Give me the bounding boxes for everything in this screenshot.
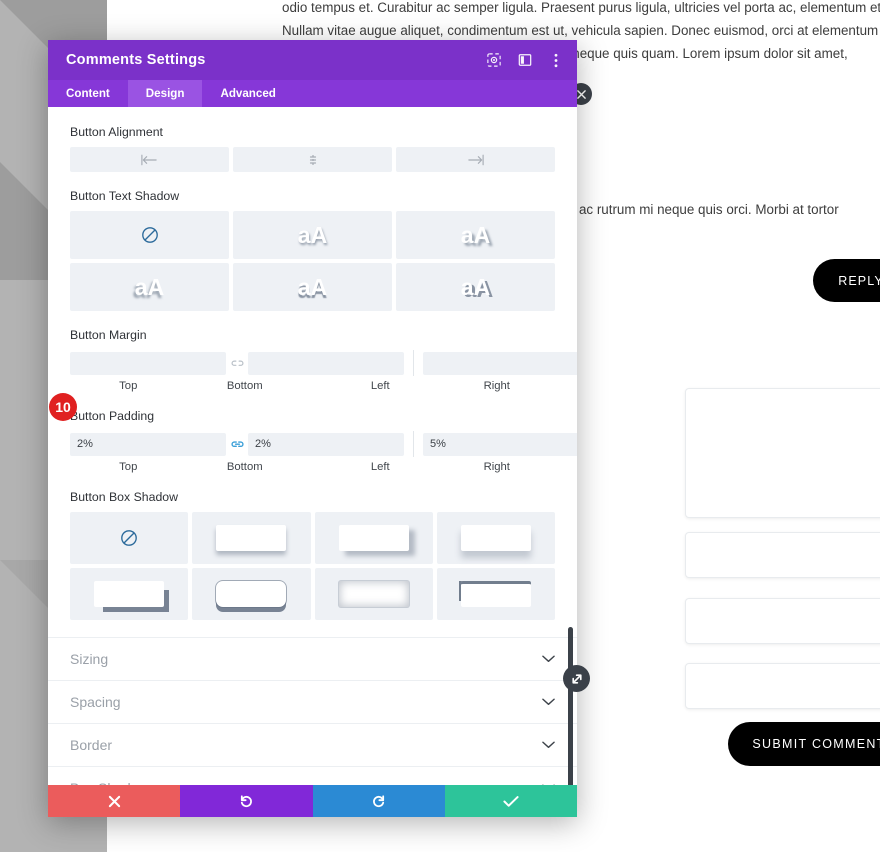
modal-header: Comments Settings — [48, 40, 577, 80]
button-margin-label: Button Margin — [70, 328, 147, 342]
accordion-label: Sizing — [70, 651, 109, 667]
modal-header-actions — [486, 53, 563, 68]
padding-top-caption: Top — [119, 461, 138, 473]
button-alignment-options — [70, 147, 555, 172]
panel-layout-icon[interactable] — [517, 53, 532, 68]
padding-left-input[interactable] — [423, 432, 577, 456]
box-shadow-option-6[interactable] — [314, 568, 433, 620]
text-shadow-option-5[interactable]: aA — [396, 263, 555, 311]
button-box-shadow-label: Button Box Shadow — [70, 490, 179, 504]
text-shadow-preview: aA — [297, 273, 328, 300]
comment-name-field[interactable] — [685, 532, 880, 578]
button-text-shadow-label: Button Text Shadow — [70, 189, 180, 203]
box-shadow-option-4[interactable] — [70, 568, 189, 620]
text-shadow-option-4[interactable]: aA — [233, 263, 392, 311]
padding-right-caption: Right — [483, 461, 510, 473]
box-shadow-option-1[interactable] — [192, 512, 311, 564]
no-shadow-icon — [120, 529, 138, 547]
no-shadow-icon — [141, 226, 159, 244]
margin-top-input[interactable] — [70, 351, 226, 375]
text-shadow-preview: aA — [460, 221, 491, 248]
text-shadow-none-option[interactable] — [70, 211, 229, 259]
design-accordion: Sizing Spacing Border — [48, 637, 577, 785]
button-text-shadow-section: Button Text Shadow aA aA aA aA aA — [70, 189, 555, 311]
button-box-shadow-section: Button Box Shadow — [70, 490, 555, 620]
redo-button[interactable] — [312, 785, 445, 817]
button-box-shadow-options — [70, 512, 555, 620]
modal-footer — [48, 785, 577, 817]
tab-content[interactable]: Content — [48, 80, 128, 107]
comment-website-field[interactable] — [685, 663, 880, 709]
submit-comment-button[interactable]: SUBMIT COMMENT — [728, 722, 880, 766]
modal-title: Comments Settings — [66, 52, 206, 68]
button-margin-section: Button Margin Top Bottom Left Right — [70, 328, 577, 392]
button-margin-inputs — [70, 350, 577, 376]
undo-button[interactable] — [180, 785, 313, 817]
button-padding-captions: Top Bottom Left Right — [70, 461, 555, 473]
accordion-label: Box Shadow — [70, 780, 149, 785]
modal-tabs: Content Design Advanced — [48, 80, 577, 107]
padding-bottom-caption: Bottom — [226, 461, 263, 473]
margin-left-input[interactable] — [423, 351, 577, 375]
accordion-item-spacing[interactable]: Spacing — [48, 680, 577, 723]
align-left-icon[interactable] — [70, 147, 229, 172]
reply-button[interactable]: REPLY — [813, 259, 880, 302]
margin-link-top-bottom-icon[interactable] — [226, 358, 248, 369]
padding-bottom-input[interactable] — [248, 432, 404, 456]
padding-link-top-bottom-icon[interactable] — [226, 439, 248, 450]
comments-settings-modal: Comments Settings Content Design Advance… — [48, 40, 577, 817]
margin-top-caption: Top — [119, 380, 138, 392]
panel-scrollbar-thumb[interactable] — [568, 627, 573, 785]
padding-left-caption: Left — [370, 461, 390, 473]
button-padding-label: Button Padding — [70, 409, 155, 423]
tab-design[interactable]: Design — [127, 80, 203, 107]
text-shadow-option-1[interactable]: aA — [233, 211, 392, 259]
box-shadow-none-option[interactable] — [70, 512, 189, 564]
margin-right-caption: Right — [483, 380, 510, 392]
align-center-icon[interactable] — [233, 147, 392, 172]
resize-diagonal-icon[interactable] — [563, 665, 590, 692]
tab-advanced[interactable]: Advanced — [202, 80, 293, 107]
more-vertical-icon[interactable] — [548, 53, 563, 68]
chevron-down-icon — [542, 736, 555, 754]
button-alignment-section: Button Alignment — [70, 125, 555, 172]
comment-textarea[interactable] — [685, 388, 880, 518]
button-padding-section: Button Padding 2% 2% 5% Top Bottom Left … — [70, 409, 577, 473]
chevron-down-icon — [542, 779, 555, 785]
button-text-shadow-options: aA aA aA aA aA — [70, 211, 555, 311]
design-panel: Button Alignment Button Text Shadow aA a… — [48, 107, 577, 785]
button-padding-inputs — [70, 431, 577, 457]
accordion-item-sizing[interactable]: Sizing — [48, 637, 577, 680]
button-margin-captions: Top Bottom Left Right — [70, 380, 555, 392]
text-shadow-preview: aA — [297, 221, 328, 248]
save-button[interactable] — [444, 785, 577, 817]
text-shadow-preview: aA — [460, 273, 491, 300]
target-icon[interactable] — [486, 53, 501, 68]
margin-bottom-input[interactable] — [248, 351, 404, 375]
screen: odio tempus et. Curabitur ac semper ligu… — [0, 0, 880, 852]
text-shadow-option-3[interactable]: aA — [70, 263, 229, 311]
text-shadow-preview: aA — [134, 273, 165, 300]
box-shadow-option-3[interactable] — [436, 512, 555, 564]
box-shadow-option-5[interactable] — [192, 568, 311, 620]
comment-email-field[interactable] — [685, 598, 880, 644]
accordion-label: Spacing — [70, 694, 121, 710]
annotation-step-badge: 10 — [49, 393, 77, 421]
margin-bottom-caption: Bottom — [226, 380, 263, 392]
margin-divider — [413, 350, 414, 376]
accordion-item-border[interactable]: Border — [48, 723, 577, 766]
box-shadow-option-2[interactable] — [314, 512, 433, 564]
margin-left-caption: Left — [370, 380, 390, 392]
chevron-down-icon — [542, 650, 555, 668]
accordion-item-box-shadow[interactable]: Box Shadow — [48, 766, 577, 785]
accordion-label: Border — [70, 737, 113, 753]
cancel-button[interactable] — [48, 785, 181, 817]
button-alignment-label: Button Alignment — [70, 125, 163, 139]
text-shadow-option-2[interactable]: aA — [396, 211, 555, 259]
chevron-down-icon — [542, 693, 555, 711]
padding-top-input[interactable] — [70, 432, 226, 456]
box-shadow-option-7[interactable] — [436, 568, 555, 620]
padding-divider — [413, 431, 414, 457]
align-right-icon[interactable] — [396, 147, 555, 172]
